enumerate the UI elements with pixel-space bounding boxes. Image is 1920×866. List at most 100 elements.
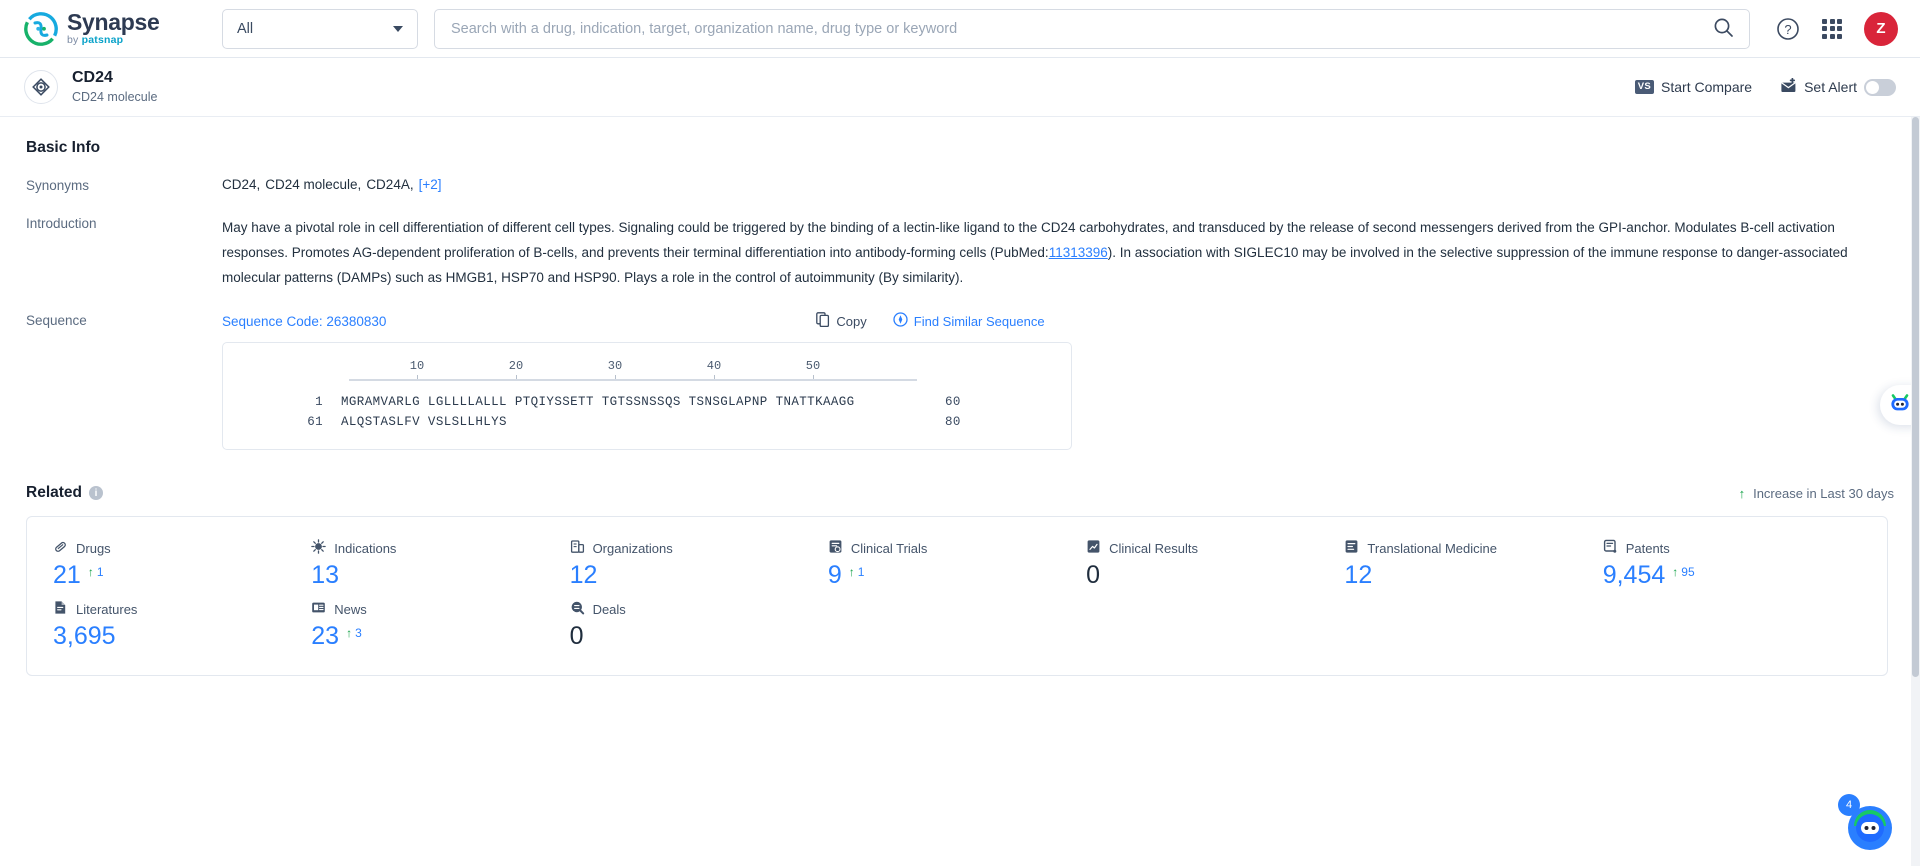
related-legend: ↑ Increase in Last 30 days bbox=[1739, 486, 1894, 501]
stat-value[interactable]: 23 bbox=[311, 624, 339, 649]
related-stats-grid: Drugs 21 ↑ 1 Indications 13 Organization… bbox=[53, 539, 1861, 649]
find-similar-icon bbox=[893, 312, 908, 330]
vertical-scrollbar[interactable] bbox=[1911, 117, 1920, 866]
target-icon bbox=[24, 70, 58, 104]
search-scope-value: All bbox=[237, 20, 254, 37]
stat-value[interactable]: 12 bbox=[1344, 563, 1372, 588]
stat-clinical-trials[interactable]: Clinical Trials 9 ↑ 1 bbox=[828, 539, 1086, 588]
stat-value[interactable]: 13 bbox=[311, 563, 339, 588]
stat-label: Indications bbox=[334, 540, 397, 556]
help-icon[interactable]: ? bbox=[1776, 17, 1800, 41]
introduction-label: Introduction bbox=[26, 216, 97, 231]
logo-subtitle: by patsnap bbox=[67, 34, 124, 47]
stat-organizations[interactable]: Organizations 12 bbox=[570, 539, 828, 588]
stat-value[interactable]: 9,454 bbox=[1603, 563, 1666, 588]
stat-literatures[interactable]: Literatures 3,695 bbox=[53, 600, 311, 649]
stat-label: Deals bbox=[592, 601, 626, 617]
user-avatar[interactable]: Z bbox=[1864, 11, 1898, 46]
stat-delta-value: 3 bbox=[355, 626, 362, 640]
copy-label: Copy bbox=[836, 313, 867, 329]
start-compare-button[interactable]: VS Start Compare bbox=[1634, 79, 1753, 95]
stat-value[interactable]: 21 bbox=[53, 563, 81, 588]
translational-medicine-icon bbox=[1344, 539, 1359, 557]
synonym-item: CD24A, bbox=[366, 177, 414, 192]
sequence-start-index: 61 bbox=[307, 415, 323, 429]
deals-icon bbox=[570, 600, 585, 618]
sequence-line: 61 ALQSTASLFV VSLSLLHLYS 80 bbox=[245, 415, 1049, 429]
robot-icon bbox=[1888, 392, 1912, 419]
sequence-viewer: 10 20 30 40 50 1 MGRAMVARLG LGLLLLALLL P… bbox=[222, 342, 1072, 450]
stat-value[interactable]: 9 bbox=[828, 563, 842, 588]
stat-label: Translational Medicine bbox=[1367, 540, 1498, 556]
stat-value: 0 bbox=[1086, 561, 1101, 589]
search-icon bbox=[1713, 17, 1734, 41]
copy-sequence-button[interactable]: Copy bbox=[816, 312, 867, 330]
entity-subheader: CD24 CD24 molecule VS Start Compare Set … bbox=[0, 58, 1920, 117]
set-alert-control[interactable]: Set Alert bbox=[1780, 77, 1896, 96]
apps-grid-icon[interactable] bbox=[1822, 18, 1842, 39]
capsule-icon bbox=[53, 539, 68, 557]
page-content: Basic Info Synonyms CD24, CD24 molecule,… bbox=[0, 117, 1920, 866]
sequence-start-index: 1 bbox=[315, 395, 323, 409]
introduction-row: Introduction May have a pivotal role in … bbox=[26, 215, 1894, 290]
assistant-fab[interactable]: 4 bbox=[1838, 794, 1898, 854]
stat-label: Literatures bbox=[76, 601, 138, 617]
set-alert-toggle[interactable] bbox=[1864, 78, 1896, 96]
svg-text:?: ? bbox=[1784, 22, 1791, 37]
up-arrow-icon: ↑ bbox=[1738, 485, 1746, 501]
stat-patents[interactable]: Patents 9,454 ↑ 95 bbox=[1603, 539, 1861, 588]
building-icon bbox=[570, 539, 585, 557]
synonyms-list: CD24, CD24 molecule, CD24A, [+2] bbox=[222, 177, 1894, 192]
pubmed-link[interactable]: 11313396 bbox=[1049, 245, 1108, 260]
search-button[interactable] bbox=[1697, 10, 1749, 48]
stat-deals[interactable]: Deals 0 bbox=[570, 600, 828, 649]
synonym-item: CD24, bbox=[222, 177, 261, 192]
stat-delta: ↑ 3 bbox=[346, 627, 362, 639]
up-arrow-icon: ↑ bbox=[87, 565, 94, 579]
stat-translational-medicine[interactable]: Translational Medicine 12 bbox=[1344, 539, 1602, 588]
introduction-text: May have a pivotal role in cell differen… bbox=[222, 215, 1862, 290]
sequence-ruler: 10 20 30 40 50 bbox=[349, 359, 957, 389]
stat-indications[interactable]: Indications 13 bbox=[311, 539, 569, 588]
stat-value[interactable]: 3,695 bbox=[53, 624, 116, 649]
stat-drugs[interactable]: Drugs 21 ↑ 1 bbox=[53, 539, 311, 588]
stat-delta: ↑ 95 bbox=[1672, 566, 1694, 578]
ruler-tick: 40 bbox=[706, 359, 722, 373]
synonyms-more-button[interactable]: [+2] bbox=[419, 177, 442, 192]
related-title: Related bbox=[26, 484, 82, 501]
stat-label: Clinical Trials bbox=[850, 540, 928, 556]
sequence-line: 1 MGRAMVARLG LGLLLLALLL PTQIYSSETT TGTSS… bbox=[245, 395, 1049, 409]
find-similar-label: Find Similar Sequence bbox=[913, 313, 1045, 329]
up-arrow-icon: ↑ bbox=[1672, 565, 1679, 579]
stat-delta-value: 1 bbox=[857, 565, 865, 579]
related-header: Related i ↑ Increase in Last 30 days bbox=[26, 484, 1894, 502]
search-bar[interactable] bbox=[434, 8, 1750, 49]
literature-icon bbox=[53, 600, 68, 618]
entity-subtitle: CD24 molecule bbox=[72, 90, 158, 105]
ruler-tick: 50 bbox=[805, 359, 821, 373]
stat-label: Drugs bbox=[76, 540, 111, 556]
info-icon[interactable]: i bbox=[89, 486, 103, 500]
search-input[interactable] bbox=[435, 9, 1697, 48]
stat-news[interactable]: News 23 ↑ 3 bbox=[311, 600, 569, 649]
virus-icon bbox=[311, 539, 327, 557]
set-alert-label: Set Alert bbox=[1804, 79, 1857, 95]
stat-value: 0 bbox=[569, 622, 584, 650]
start-compare-label: Start Compare bbox=[1661, 79, 1753, 95]
related-legend-label: Increase in Last 30 days bbox=[1753, 485, 1894, 501]
app-logo[interactable]: Synapse by patsnap bbox=[24, 11, 200, 46]
sequence-end-index: 60 bbox=[945, 395, 961, 409]
search-scope-select[interactable]: All bbox=[222, 8, 418, 49]
stat-delta: ↑ 1 bbox=[88, 566, 104, 578]
sequence-code-link[interactable]: Sequence Code: 26380830 bbox=[222, 314, 386, 329]
find-similar-sequence-button[interactable]: Find Similar Sequence bbox=[893, 312, 1045, 330]
stat-clinical-results[interactable]: Clinical Results 0 bbox=[1086, 539, 1344, 588]
stat-delta-value: 1 bbox=[96, 565, 104, 579]
synonyms-row: Synonyms CD24, CD24 molecule, CD24A, [+2… bbox=[26, 177, 1894, 193]
clinical-trial-icon bbox=[828, 539, 843, 557]
scrollbar-thumb[interactable] bbox=[1912, 117, 1919, 677]
top-header: Synapse by patsnap All ? bbox=[0, 0, 1920, 58]
entity-title: CD24 bbox=[72, 69, 113, 87]
synonyms-label: Synonyms bbox=[26, 178, 90, 193]
stat-value[interactable]: 12 bbox=[570, 563, 598, 588]
